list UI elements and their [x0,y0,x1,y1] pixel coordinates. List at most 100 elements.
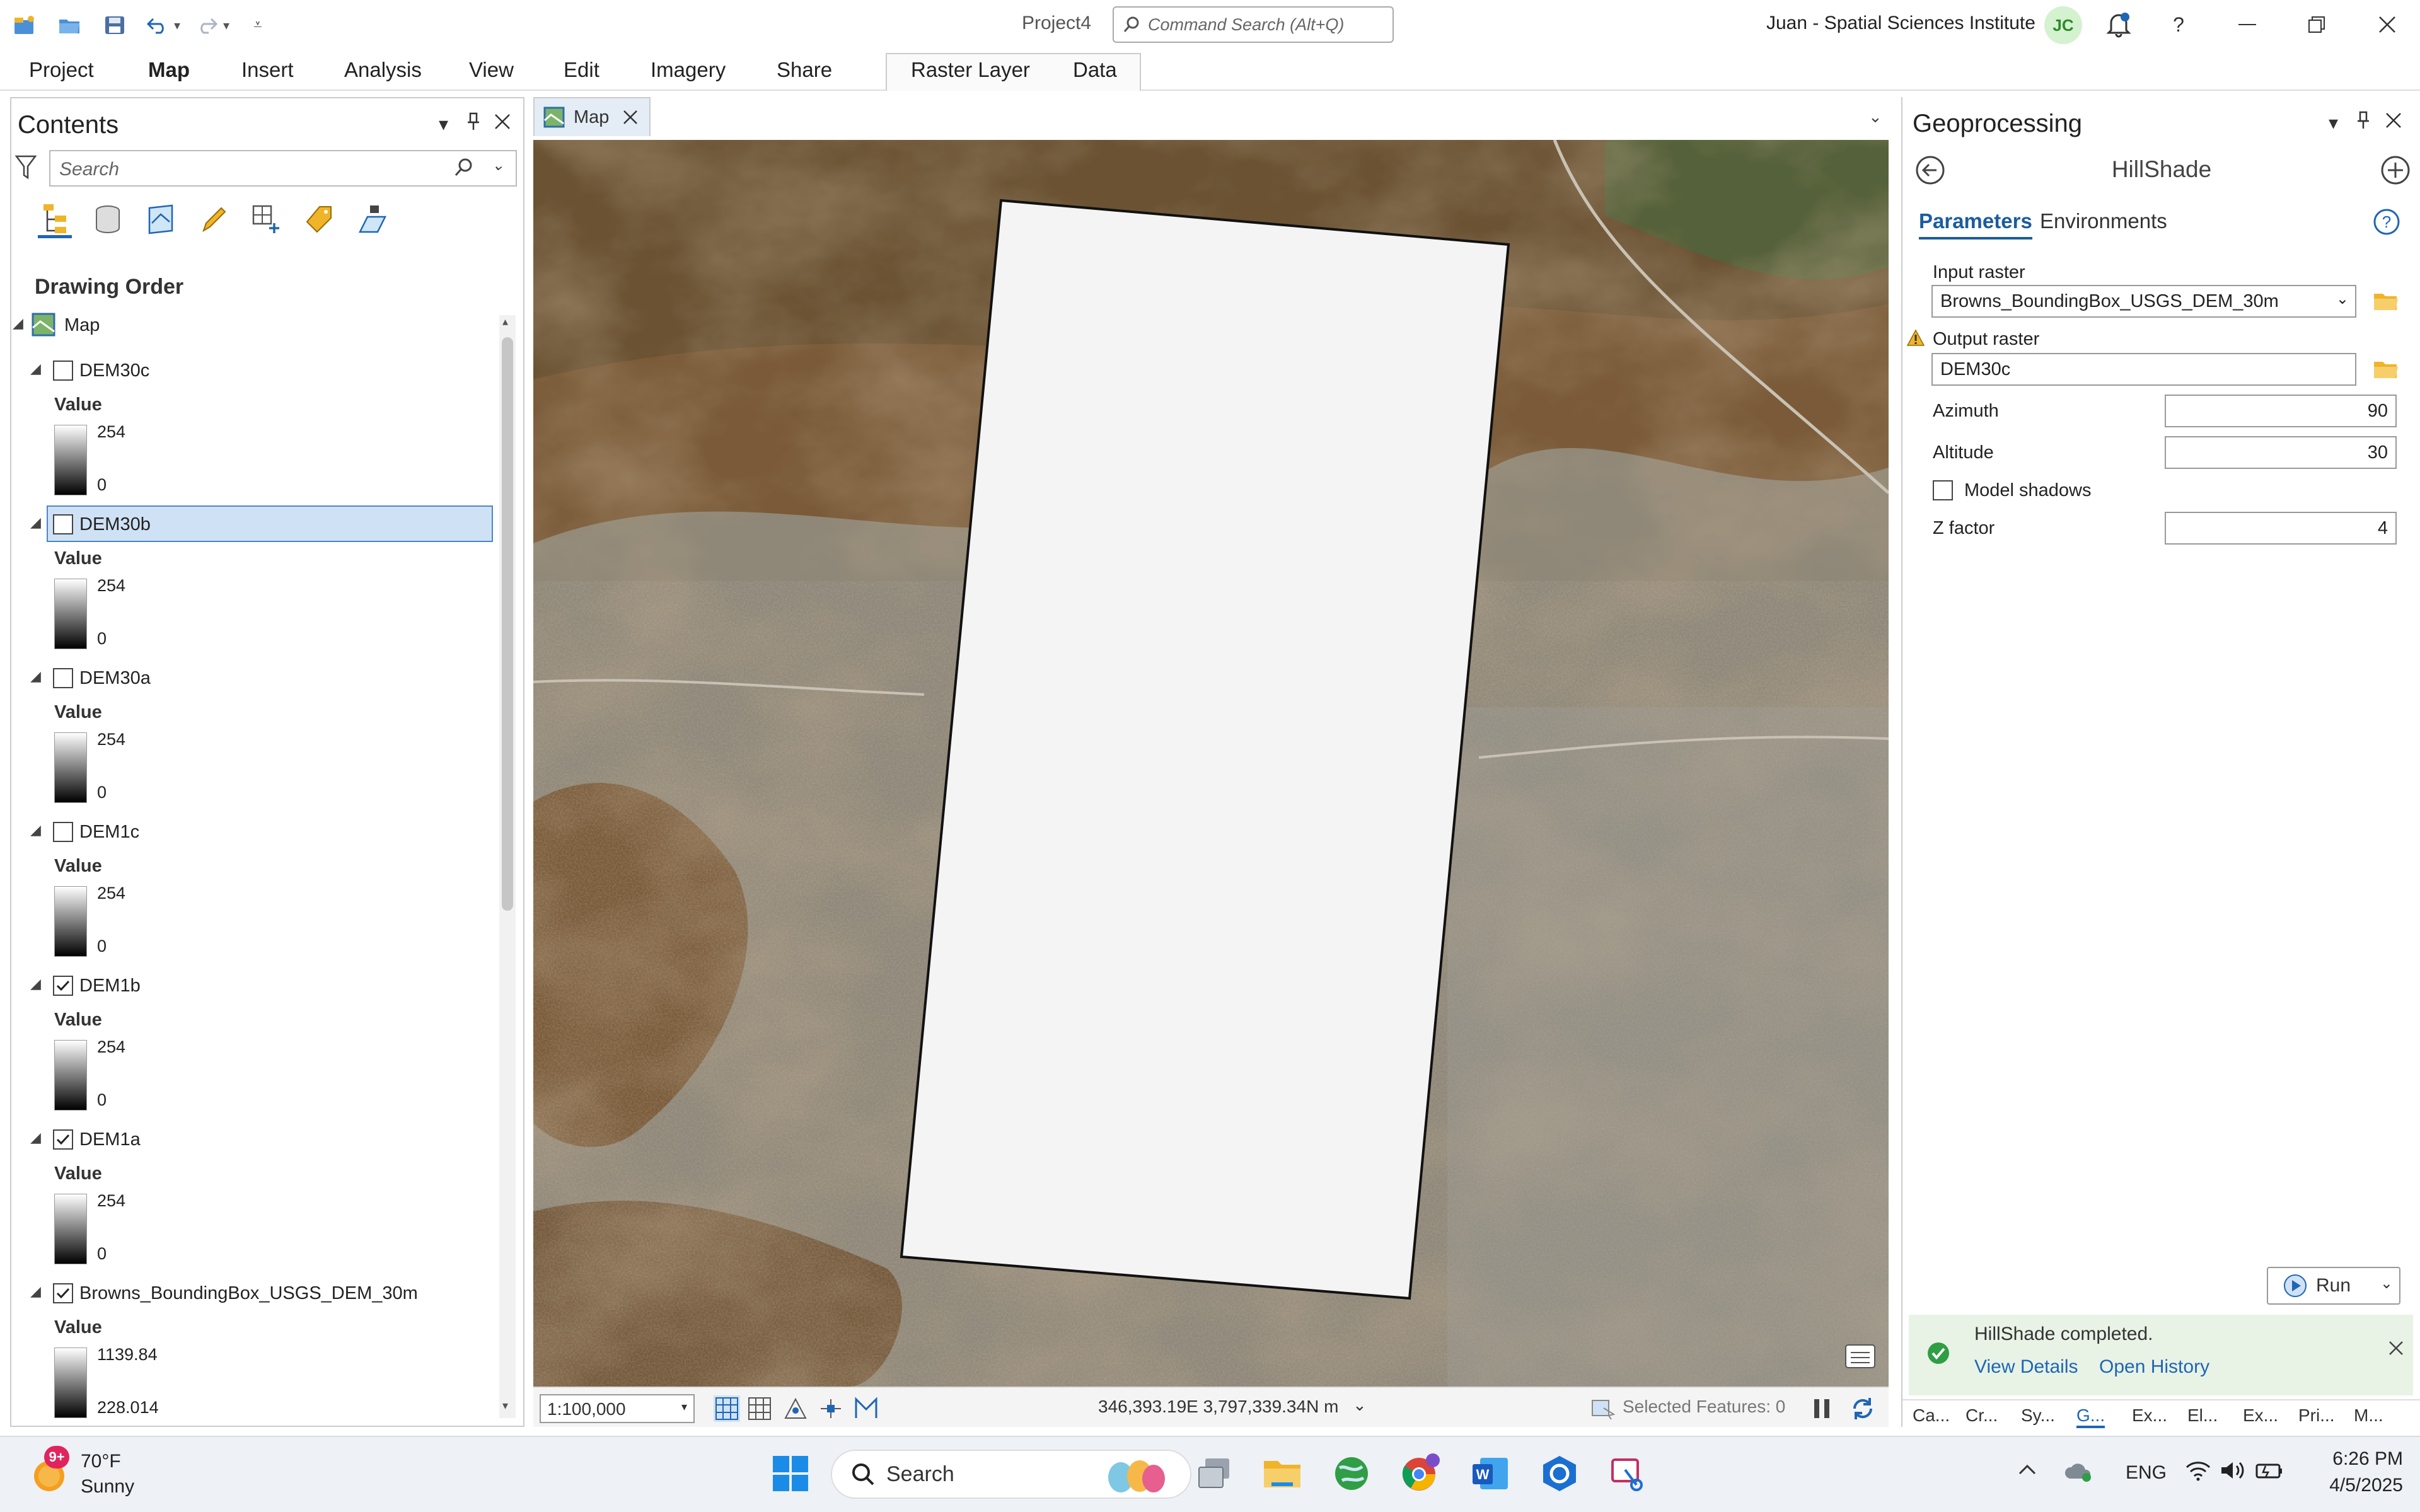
chrome-icon[interactable] [1398,1451,1444,1496]
map-scale-select[interactable]: 1:100,000 ▾ [540,1394,695,1423]
list-by-labeling-icon[interactable] [303,200,337,238]
notifications-bell-icon[interactable] [2103,9,2134,40]
tab-element[interactable]: El... [2187,1405,2218,1426]
windows-start-icon[interactable] [768,1451,813,1496]
altitude-input[interactable]: 30 [2165,436,2397,469]
list-by-drawing-order-icon[interactable] [38,200,72,238]
map-overview-icon[interactable] [1844,1344,1876,1369]
search-icon[interactable] [454,158,474,178]
close-window-icon[interactable] [2371,9,2403,40]
file-explorer-icon[interactable] [1259,1451,1305,1496]
tab-parameters[interactable]: Parameters [1919,209,2032,239]
snipping-tool-icon[interactable] [1605,1451,1650,1496]
tab-edit[interactable]: Edit [564,58,599,82]
tab-catalog[interactable]: Ca... [1913,1405,1950,1426]
tab-map[interactable]: Map [148,58,190,82]
weather-description[interactable]: Sunny [81,1476,134,1498]
model-shadows-checkbox[interactable] [1933,480,1953,500]
run-button[interactable]: Run ⌄ [2267,1267,2400,1305]
tab-create-features[interactable]: Cr... [1966,1405,1998,1426]
tab-raster-layer[interactable]: Raster Layer [911,58,1030,82]
layer-visibility-checkbox[interactable] [53,668,73,688]
redo-icon[interactable] [192,11,222,39]
list-by-data-source-icon[interactable] [91,200,125,238]
tab-insert[interactable]: Insert [241,58,294,82]
output-raster-field[interactable]: DEM30c [1931,353,2356,386]
tab-analysis[interactable]: Analysis [344,58,422,82]
layer-visibility-checkbox[interactable] [53,514,73,534]
new-project-icon[interactable] [9,11,40,39]
collapse-triangle-icon[interactable]: ◢ [30,1283,41,1300]
layer-row[interactable]: ◢ Browns_BoundingBox_USGS_DEM_30m [0,1277,498,1312]
list-by-selection-icon[interactable] [144,200,178,238]
map-node[interactable]: ◢ Map [0,309,498,344]
minimize-icon[interactable] [2232,9,2263,40]
tab-print[interactable]: Pri... [2298,1405,2335,1426]
tab-share[interactable]: Share [777,58,832,82]
arcgis-pro-icon[interactable] [1537,1451,1582,1496]
list-by-snapping-icon[interactable] [250,200,284,238]
customize-toolbar-icon[interactable]: ⩡ [253,16,262,34]
layer-visibility-checkbox[interactable] [53,361,73,381]
list-by-editing-icon[interactable] [197,200,231,238]
save-project-icon[interactable] [96,11,134,39]
arcgis-earth-icon[interactable] [1329,1451,1374,1496]
collapse-triangle-icon[interactable]: ◢ [30,976,41,992]
tab-imagery[interactable]: Imagery [651,58,726,82]
help-circle-icon[interactable]: ? [2373,208,2400,236]
refresh-icon[interactable] [1850,1395,1876,1422]
coordinate-format-chevron-icon[interactable]: ⌄ [1353,1395,1367,1415]
add-tool-icon[interactable] [2380,155,2411,185]
undo-icon[interactable] [142,11,173,39]
layer-row[interactable]: ◢ DEM1c [0,816,498,851]
scroll-down-icon[interactable]: ▾ [502,1399,508,1412]
view-details-link[interactable]: View Details [1974,1356,2078,1378]
wifi-icon[interactable] [2185,1460,2211,1481]
layer-row[interactable]: ◢ DEM1b [0,969,498,1005]
word-icon[interactable]: W [1468,1451,1513,1496]
map-canvas[interactable] [533,140,1889,1387]
collapse-triangle-icon[interactable]: ◢ [30,514,41,531]
collapse-triangle-icon[interactable]: ◢ [30,822,41,838]
pin-icon[interactable] [466,112,480,131]
taskbar-clock[interactable]: 6:26 PM 4/5/2025 [2315,1448,2403,1496]
layer-row[interactable]: ◢ DEM30c [0,354,498,390]
browse-folder-icon[interactable] [2373,358,2399,381]
avatar[interactable]: JC [2044,6,2082,44]
tab-symbology[interactable]: Sy... [2021,1405,2055,1426]
weather-temperature[interactable]: 70°F [81,1451,121,1472]
constraint-icon[interactable] [818,1397,843,1421]
close-pane-icon[interactable] [494,113,511,130]
onedrive-icon[interactable] [2064,1460,2093,1482]
list-by-perspective-imagery-icon[interactable] [356,200,390,238]
volume-icon[interactable] [2219,1460,2245,1481]
open-history-link[interactable]: Open History [2099,1356,2209,1378]
layer-row[interactable]: ◢ DEM30b [0,505,498,543]
restore-icon[interactable] [2301,9,2332,40]
chevron-down-icon[interactable]: ⌄ [2380,1274,2393,1293]
pin-icon[interactable] [2356,111,2370,130]
browse-folder-icon[interactable] [2373,290,2399,313]
help-icon[interactable]: ? [2163,9,2194,40]
layer-row[interactable]: ◢ DEM1a [0,1123,498,1158]
pane-options-icon[interactable]: ▾ [2329,112,2338,134]
pause-drawing-icon[interactable] [1813,1398,1831,1419]
contents-search-input[interactable]: Search ⌄ [49,150,517,187]
close-pane-icon[interactable] [2385,112,2402,129]
collapse-triangle-icon[interactable]: ◢ [30,1129,41,1146]
show-hidden-icons-chevron-icon[interactable] [2017,1462,2037,1476]
layer-visibility-checkbox[interactable] [53,1283,73,1303]
pane-options-icon[interactable]: ▾ [439,113,448,136]
layer-visibility-checkbox[interactable] [53,1129,73,1150]
filter-icon[interactable] [15,155,37,180]
undo-dropdown-icon[interactable]: ▾ [174,18,180,33]
search-options-chevron-icon[interactable]: ⌄ [492,156,504,175]
correction-icon[interactable] [854,1397,879,1421]
scroll-up-icon[interactable]: ▴ [502,315,508,328]
tab-project[interactable]: Project [29,58,94,82]
tab-export[interactable]: Ex... [2243,1405,2278,1426]
command-search-input[interactable]: Command Search (Alt+Q) [1113,6,1394,43]
tab-view[interactable]: View [469,58,514,82]
azimuth-input[interactable]: 90 [2165,395,2397,427]
collapse-triangle-icon[interactable]: ◢ [13,315,23,332]
